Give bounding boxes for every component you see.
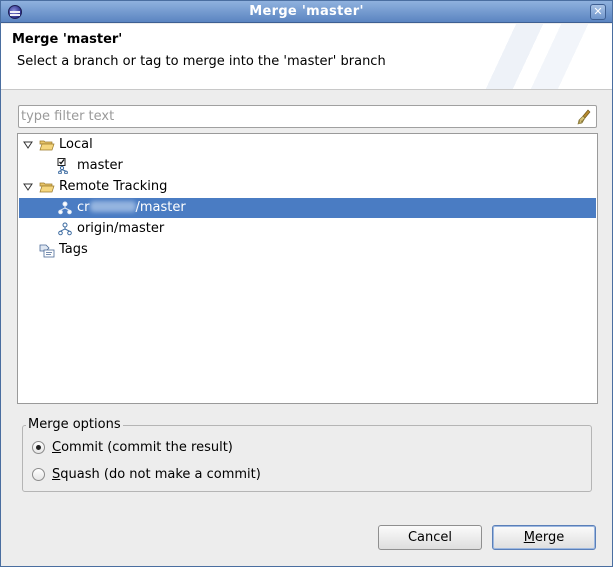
filter-input[interactable] (21, 107, 569, 126)
squash-label-text: quash (do not make a commit) (60, 467, 261, 482)
local-label: Local (59, 137, 93, 152)
merge-options-group: Merge options Commit (commit the result)… (22, 417, 592, 492)
squash-label[interactable]: Squash (do not make a commit) (52, 466, 261, 484)
window-title: Merge 'master' (249, 4, 364, 19)
commit-radio[interactable] (32, 441, 45, 454)
merge-dialog: Merge 'master' ✕ Merge 'master' Select a… (0, 0, 613, 567)
tags-label: Tags (59, 242, 88, 257)
branch-tree[interactable]: Local master Remote Tracking cr /master … (17, 133, 598, 404)
open-folder-icon (39, 182, 55, 193)
filter-field[interactable] (18, 105, 597, 128)
origin-master-label: origin/master (77, 221, 165, 236)
open-folder-icon (39, 140, 55, 151)
tree-node-remote-tracking[interactable]: Remote Tracking (19, 177, 596, 197)
tree-node-origin-master[interactable]: origin/master (19, 219, 596, 239)
squash-radio[interactable] (32, 468, 45, 481)
merge-button[interactable]: Merge (492, 525, 596, 550)
tree-node-tags[interactable]: Tags (19, 240, 596, 260)
clear-filter-icon[interactable] (576, 109, 592, 125)
redacted-remote-name (89, 201, 136, 212)
commit-label[interactable]: Commit (commit the result) (52, 439, 233, 457)
commit-mnemonic: C (52, 440, 62, 455)
checked-out-branch-icon (57, 158, 68, 174)
remote-branch-prefix: cr (77, 200, 90, 215)
local-branch-master: master (77, 158, 123, 173)
title-bar[interactable]: Merge 'master' ✕ (1, 1, 612, 23)
tree-node-local-master[interactable]: master (19, 156, 596, 176)
merge-mnemonic: M (523, 530, 535, 545)
expanded-twisty-icon[interactable] (23, 140, 33, 150)
remote-branch-name: cr/master (77, 198, 186, 218)
close-button[interactable]: ✕ (590, 4, 606, 20)
header-decoration (462, 24, 612, 89)
remote-branch-icon (58, 222, 72, 236)
close-icon: ✕ (593, 5, 603, 18)
remote-branch-icon (58, 201, 72, 215)
tree-node-local[interactable]: Local (19, 135, 596, 155)
dialog-heading: Merge 'master' (12, 32, 123, 47)
remote-tracking-label: Remote Tracking (59, 179, 168, 194)
merge-options-legend: Merge options (26, 417, 123, 432)
merge-button-text: erge (534, 530, 565, 545)
tags-icon (39, 244, 55, 258)
expanded-twisty-icon[interactable] (23, 182, 33, 192)
remote-branch-suffix: /master (135, 200, 186, 215)
tree-node-remote-branch-selected[interactable]: cr/master (19, 198, 596, 218)
commit-label-text: ommit (commit the result) (61, 440, 233, 455)
dialog-message: Select a branch or tag to merge into the… (17, 54, 386, 69)
dialog-header: Merge 'master' Select a branch or tag to… (1, 24, 612, 90)
cancel-button[interactable]: Cancel (378, 525, 482, 550)
